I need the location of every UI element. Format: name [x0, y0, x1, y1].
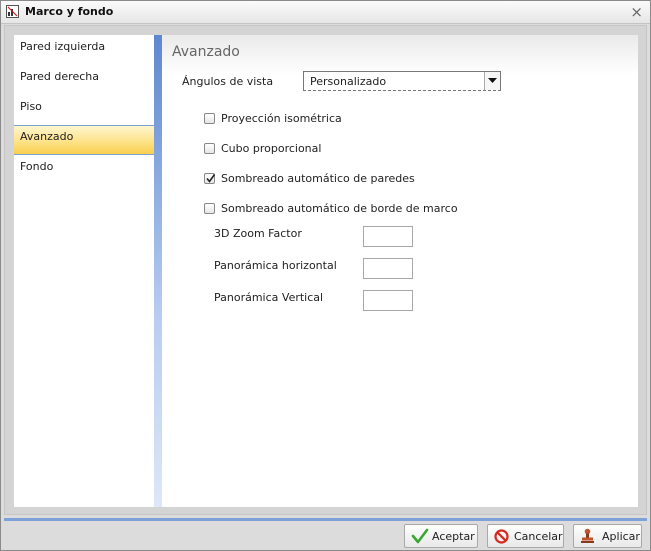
chart-app-icon — [6, 5, 19, 18]
checkbox-auto-wall-shading[interactable] — [204, 173, 216, 184]
pan-horizontal-input[interactable] — [363, 258, 413, 279]
stamp-icon — [580, 528, 595, 547]
dialog-body: Pared izquierda Pared derecha Piso Avanz… — [4, 25, 647, 515]
panel-title: Avanzado — [172, 44, 240, 60]
sidebar-item-pared-derecha[interactable]: Pared derecha — [14, 65, 154, 95]
zoom-factor-label: 3D Zoom Factor — [214, 227, 302, 240]
no-entry-icon — [494, 529, 509, 547]
pan-vertical-input[interactable] — [363, 290, 413, 311]
apply-button-label: Aplicar — [602, 530, 640, 543]
apply-button[interactable]: Aplicar — [573, 524, 642, 548]
view-angles-value: Personalizado — [310, 75, 387, 88]
pan-horizontal-label: Panorámica horizontal — [214, 259, 337, 272]
checkbox-auto-frame-border-shading-label: Sombreado automático de borde de marco — [221, 202, 458, 215]
zoom-factor-input[interactable] — [363, 226, 413, 247]
sidebar-item-fondo[interactable]: Fondo — [14, 155, 154, 185]
sidebar-item-pared-izquierda[interactable]: Pared izquierda — [14, 35, 154, 65]
checkbox-isometric-label: Proyección isométrica — [221, 112, 342, 125]
cancel-button[interactable]: Cancelar — [487, 524, 564, 548]
dialog-title: Marco y fondo — [25, 5, 114, 18]
settings-panel: Avanzado Ángulos de vista Personalizado … — [154, 35, 638, 507]
checkbox-proportional-cube-label: Cubo proporcional — [221, 142, 322, 155]
pan-vertical-label: Panorámica Vertical — [214, 291, 324, 304]
view-angles-select[interactable]: Personalizado — [303, 71, 501, 91]
sidebar-item-piso[interactable]: Piso — [14, 95, 154, 125]
checkbox-isometric[interactable] — [204, 113, 215, 124]
accept-button[interactable]: Aceptar — [404, 524, 478, 548]
cancel-button-label: Cancelar — [514, 530, 563, 543]
sidebar-nav: Pared izquierda Pared derecha Piso Avanz… — [14, 35, 154, 507]
sidebar-item-avanzado[interactable]: Avanzado — [14, 125, 154, 155]
chevron-down-icon[interactable] — [484, 72, 500, 90]
close-icon[interactable]: × — [630, 3, 643, 21]
title-bar[interactable]: Marco y fondo × — [1, 1, 650, 24]
view-angles-label: Ángulos de vista — [182, 75, 274, 88]
dialog-window: Marco y fondo × Pared izquierda Pared de… — [0, 0, 651, 551]
checkmark-icon — [411, 528, 429, 547]
checkbox-proportional-cube[interactable] — [204, 143, 215, 154]
accept-button-label: Aceptar — [432, 530, 475, 543]
checkbox-auto-frame-border-shading[interactable] — [204, 203, 215, 214]
checkmark-icon — [206, 174, 216, 183]
footer-divider — [4, 518, 647, 521]
checkbox-auto-wall-shading-label: Sombreado automático de paredes — [221, 172, 415, 185]
